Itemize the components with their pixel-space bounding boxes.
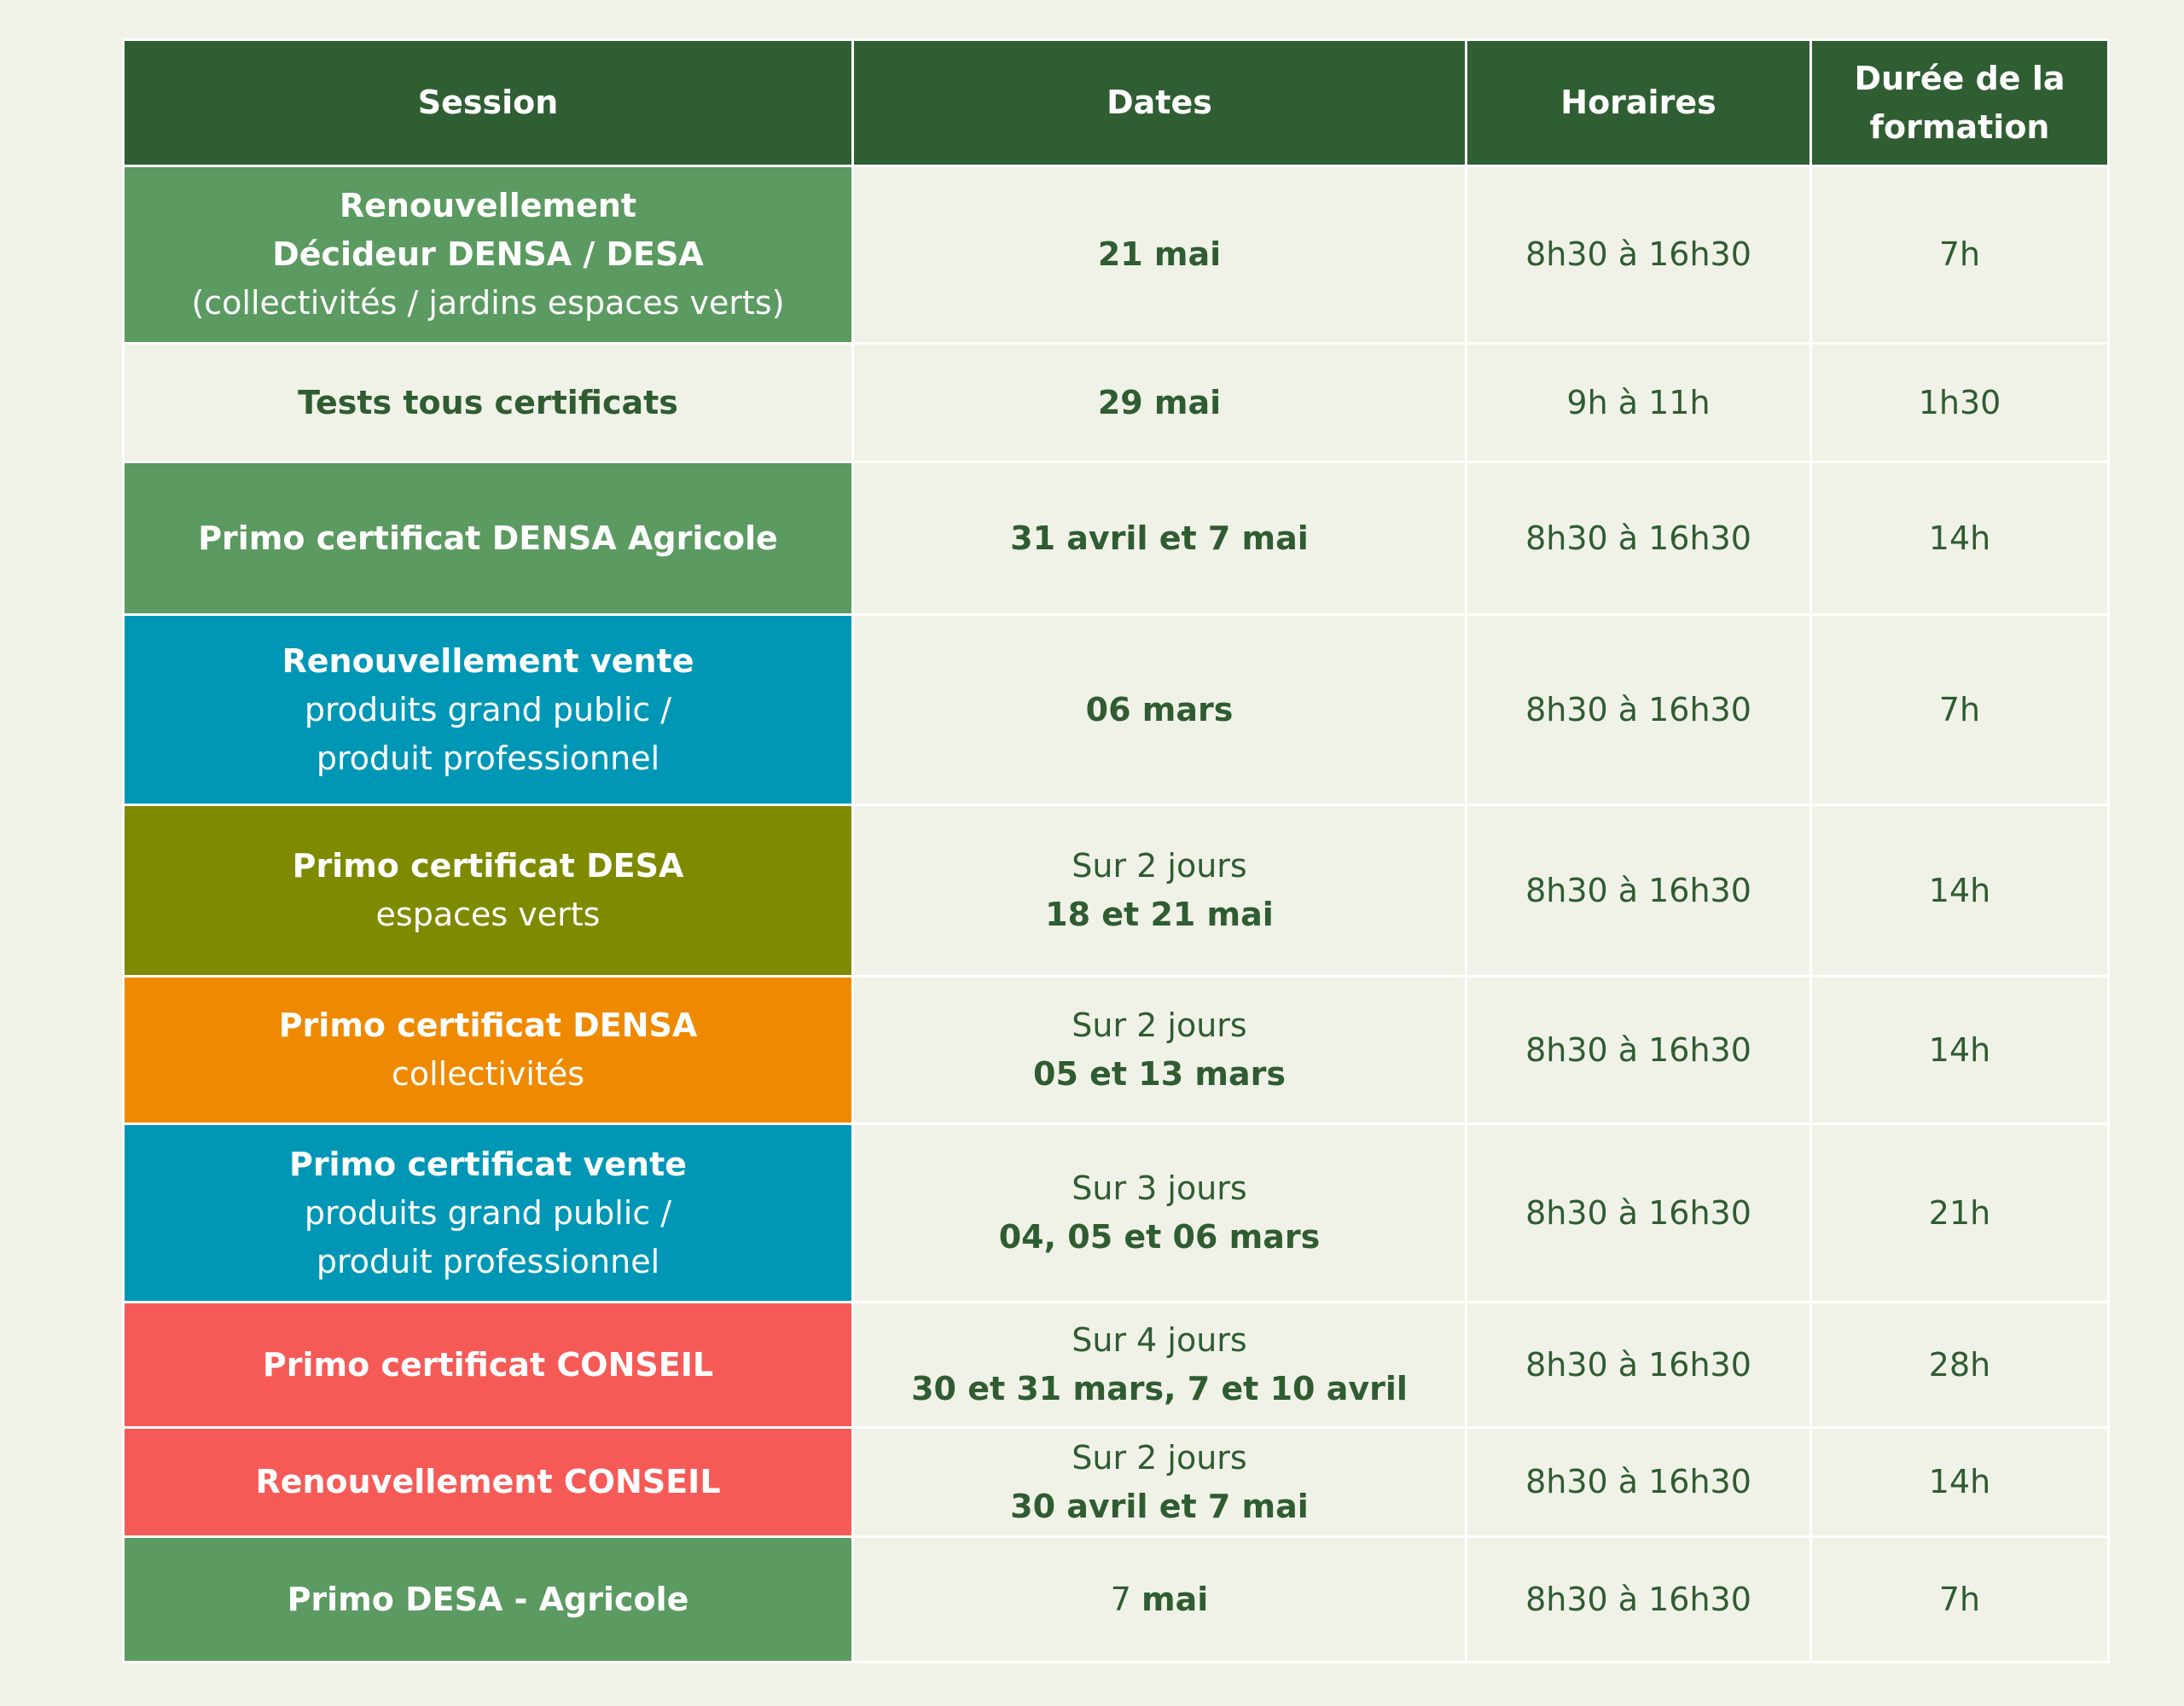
dates-cell: 21 mai: [851, 165, 1467, 345]
session-title: Décideur DENSA / DESA: [272, 235, 704, 273]
session-title: Renouvellement vente: [282, 641, 694, 680]
dates-value: 30 et 31 mars, 7 et 10 avril: [911, 1370, 1408, 1407]
header-dates: Dates: [851, 38, 1467, 167]
session-cell: Primo certificat DESA espaces verts: [122, 804, 854, 978]
table-row: Primo certificat DESA espaces verts Sur …: [122, 804, 2110, 978]
session-cell: Primo certificat vente produits grand pu…: [122, 1123, 854, 1303]
dates-cell: Sur 2 jours 05 et 13 mars: [851, 975, 1467, 1125]
dates-duration: Sur 2 jours: [1072, 1438, 1247, 1477]
session-title: Primo DESA - Agricole: [287, 1580, 689, 1618]
dates-cell: 7 mai: [851, 1535, 1467, 1663]
duree-cell: 21h: [1809, 1123, 2110, 1303]
duree-cell: 7h: [1809, 613, 2110, 806]
dates-cell: Sur 3 jours 04, 05 et 06 mars: [851, 1123, 1467, 1303]
dates-duration: Sur 2 jours: [1072, 847, 1247, 885]
horaires-cell: 8h30 à 16h30: [1465, 1535, 1812, 1663]
session-subtitle: produits grand public /: [304, 690, 672, 728]
table-row: Primo certificat DENSA Agricole 31 avril…: [122, 461, 2110, 616]
session-subtitle: (collectivités / jardins espaces verts): [191, 284, 785, 322]
session-title: Primo certificat DESA: [292, 847, 684, 885]
table-row: Primo DESA - Agricole 7 mai 8h30 à 16h30…: [122, 1535, 2110, 1663]
session-title: Primo certificat CONSEIL: [262, 1345, 714, 1384]
header-duree-line2: formation: [1869, 107, 2050, 146]
dates-cell: Sur 2 jours 30 avril et 7 mai: [851, 1426, 1467, 1538]
dates-month: mai: [1141, 1580, 1209, 1618]
session-title: Primo certificat vente: [288, 1145, 688, 1183]
duree-cell: 14h: [1809, 975, 2110, 1125]
session-cell: Primo certificat DENSA collectivités: [122, 975, 854, 1125]
table-row: Primo certificat vente produits grand pu…: [122, 1123, 2110, 1303]
horaires-cell: 8h30 à 16h30: [1465, 613, 1812, 806]
duree-cell: 14h: [1809, 804, 2110, 978]
duree-cell: 28h: [1809, 1301, 2110, 1429]
session-title: Renouvellement CONSEIL: [255, 1463, 721, 1500]
horaires-cell: 8h30 à 16h30: [1465, 461, 1812, 616]
horaires-cell: 8h30 à 16h30: [1465, 1301, 1812, 1429]
table-row: Renouvellement Décideur DENSA / DESA (co…: [122, 165, 2110, 345]
duree-cell: 7h: [1809, 165, 2110, 345]
header-duree: Durée de la formation: [1809, 38, 2110, 167]
dates-value: 21 mai: [1097, 235, 1222, 273]
dates-value: 31 avril et 7 mai: [1010, 519, 1309, 557]
horaires-cell: 8h30 à 16h30: [1465, 165, 1812, 345]
session-cell: Primo certificat DENSA Agricole: [122, 461, 854, 616]
session-title: Primo certificat DENSA Agricole: [198, 519, 778, 557]
session-subtitle: produits grand public /: [304, 1193, 672, 1232]
dates-cell: 29 mai: [851, 342, 1467, 463]
session-cell: Renouvellement CONSEIL: [122, 1426, 854, 1538]
dates-cell: 31 avril et 7 mai: [851, 461, 1467, 616]
duree-cell: 1h30: [1809, 342, 2110, 463]
table-header-row: Session Dates Horaires Durée de la forma…: [122, 38, 2110, 167]
dates-duration: Sur 4 jours: [1072, 1321, 1247, 1359]
header-horaires: Horaires: [1465, 38, 1812, 167]
duree-cell: 7h: [1809, 1535, 2110, 1663]
session-subtitle: produit professionnel: [316, 1242, 660, 1280]
dates-value: 18 et 21 mai: [1045, 896, 1274, 933]
session-subtitle: espaces verts: [375, 896, 601, 933]
table-row: Renouvellement vente produits grand publ…: [122, 613, 2110, 806]
dates-cell: Sur 4 jours 30 et 31 mars, 7 et 10 avril: [851, 1301, 1467, 1429]
training-schedule-table-container: Session Dates Horaires Durée de la forma…: [122, 38, 2110, 1663]
session-cell: Primo certificat CONSEIL: [122, 1301, 854, 1429]
dates-value: 05 et 13 mars: [1033, 1055, 1286, 1093]
header-session: Session: [122, 38, 854, 167]
horaires-cell: 8h30 à 16h30: [1465, 975, 1812, 1125]
dates-value: 29 mai: [1097, 383, 1222, 421]
session-cell: Renouvellement vente produits grand publ…: [122, 613, 854, 806]
dates-duration: Sur 2 jours: [1072, 1007, 1247, 1044]
horaires-cell: 8h30 à 16h30: [1465, 1426, 1812, 1538]
dates-cell: Sur 2 jours 18 et 21 mai: [851, 804, 1467, 978]
session-cell: Renouvellement Décideur DENSA / DESA (co…: [122, 165, 854, 345]
duree-cell: 14h: [1809, 1426, 2110, 1538]
session-title: Renouvellement: [339, 187, 637, 224]
session-title: Tests tous certificats: [298, 383, 678, 421]
dates-day: 7: [1110, 1580, 1131, 1618]
horaires-cell: 9h à 11h: [1465, 342, 1812, 463]
dates-value: 04, 05 et 06 mars: [998, 1218, 1321, 1256]
table-row: Tests tous certificats 29 mai 9h à 11h 1…: [122, 342, 2110, 463]
session-cell: Tests tous certificats: [122, 342, 854, 463]
session-subtitle: produit professionnel: [316, 739, 660, 777]
horaires-cell: 8h30 à 16h30: [1465, 804, 1812, 978]
training-schedule-table: Session Dates Horaires Durée de la forma…: [122, 38, 2110, 1663]
horaires-cell: 8h30 à 16h30: [1465, 1123, 1812, 1303]
table-row: Renouvellement CONSEIL Sur 2 jours 30 av…: [122, 1426, 2110, 1538]
session-cell: Primo DESA - Agricole: [122, 1535, 854, 1663]
header-duree-line1: Durée de la: [1854, 59, 2065, 97]
session-title: Primo certificat DENSA: [278, 1007, 698, 1044]
duree-cell: 14h: [1809, 461, 2110, 616]
session-subtitle: collectivités: [391, 1055, 585, 1093]
dates-value: 06 mars: [1085, 690, 1234, 728]
table-row: Primo certificat DENSA collectivités Sur…: [122, 975, 2110, 1125]
dates-value: 30 avril et 7 mai: [1010, 1487, 1309, 1525]
dates-duration: Sur 3 jours: [1072, 1169, 1247, 1207]
table-row: Primo certificat CONSEIL Sur 4 jours 30 …: [122, 1301, 2110, 1429]
dates-cell: 06 mars: [851, 613, 1467, 806]
